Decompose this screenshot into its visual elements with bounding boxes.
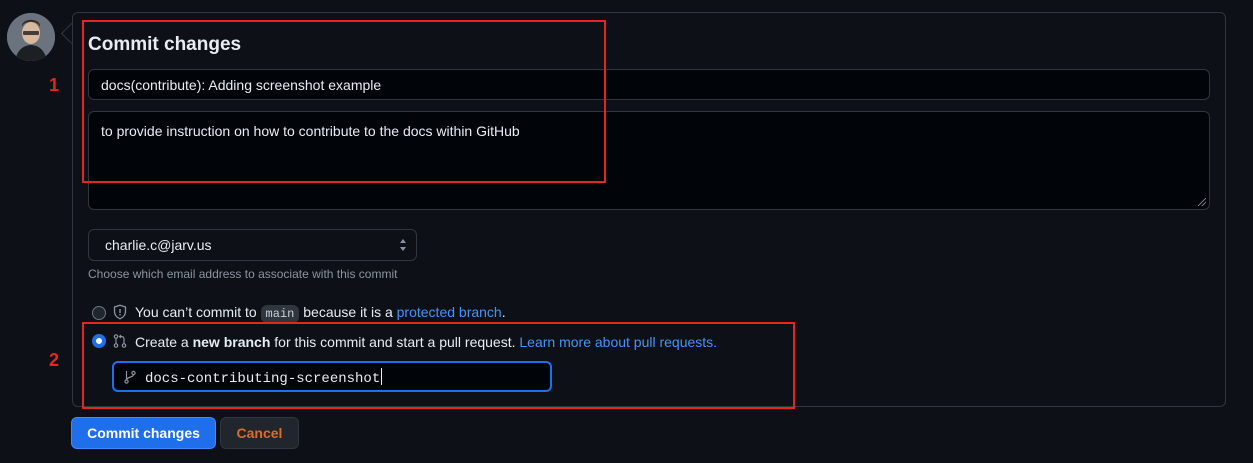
radio-commit-directly[interactable] [92,306,106,320]
email-help-text: Choose which email address to associate … [88,267,398,281]
option-direct-label: You can’t commit to main because it is a… [135,304,506,323]
annotation-box-2 [82,322,795,409]
commit-changes-button[interactable]: Commit changes [71,417,216,449]
option-direct-prefix: You can’t commit to [135,304,257,320]
annotation-number-1: 1 [49,75,60,95]
select-caret-icon [400,239,406,251]
email-select[interactable]: charlie.c@jarv.us [88,229,417,261]
resize-grip-icon[interactable] [1198,198,1206,206]
protected-branch-link[interactable]: protected branch [397,304,502,320]
branch-code-main: main [260,305,300,323]
cancel-button[interactable]: Cancel [220,417,299,449]
option-direct-suffix: . [501,304,506,320]
annotation-box-1 [82,20,606,183]
avatar[interactable] [7,13,55,61]
shield-icon [113,304,127,320]
option-direct-middle: because it is a [303,304,393,320]
email-select-value: charlie.c@jarv.us [105,237,212,253]
annotation-number-2: 2 [49,350,60,370]
